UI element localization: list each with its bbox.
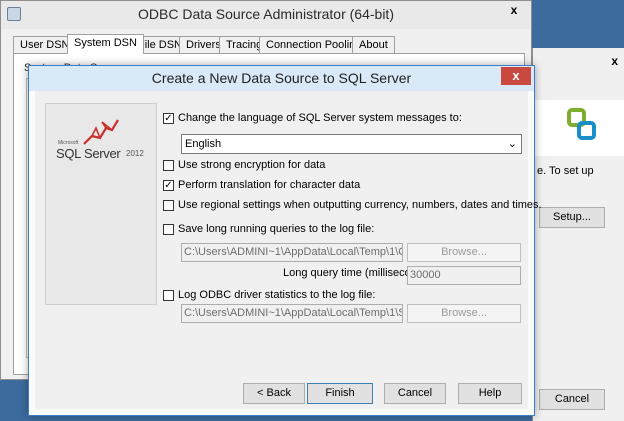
cancel-button[interactable]: Cancel [384,383,446,404]
linked-squares-icon [567,108,596,140]
language-select[interactable]: English ⌄ [181,134,522,154]
finish-button[interactable]: Finish [307,383,373,404]
driver-stats-label: Log ODBC driver statistics to the log fi… [178,289,376,301]
long-queries-browse-button[interactable]: Browse... [407,243,521,262]
background-dialog-banner [533,100,624,156]
translation-label: Perform translation for character data [178,179,361,191]
background-dialog-close-button[interactable]: x [611,54,618,68]
sql-server-bird-icon [83,119,119,145]
odbc-titlebar[interactable]: ODBC Data Source Administrator (64-bit) … [1,1,531,29]
chevron-down-icon: ⌄ [507,138,517,150]
help-button[interactable]: Help [458,383,522,404]
strong-encryption-label: Use strong encryption for data [178,159,326,171]
change-language-label: Change the language of SQL Server system… [178,112,462,124]
odbc-window-title: ODBC Data Source Administrator (64-bit) [138,6,394,22]
long-query-time-field[interactable]: 30000 [407,266,521,285]
background-dialog-description: e. To set up [537,165,594,177]
dialog-titlebar[interactable]: Create a New Data Source to SQL Server x [29,66,534,91]
background-cancel-button[interactable]: Cancel [539,389,605,410]
background-dialog: x e. To set up Setup... Cancel [532,48,624,421]
odbc-close-button[interactable]: x [501,1,527,19]
long-queries-path-field[interactable]: C:\Users\ADMINI~1\AppData\Local\Temp\1\Q… [181,243,403,262]
strong-encryption-checkbox[interactable] [163,160,174,171]
change-language-checkbox[interactable]: ✓ [163,113,174,124]
setup-button[interactable]: Setup... [539,207,605,228]
regional-settings-checkbox[interactable] [163,200,174,211]
sql-server-logo: Microsoft SQL Server 2012 [54,116,150,176]
regional-settings-label: Use regional settings when outputting cu… [178,199,542,211]
dialog-close-button[interactable]: x [501,67,531,85]
tab-system-dsn[interactable]: System DSN [67,34,144,54]
logo-product-text: SQL Server [56,146,121,161]
long-queries-checkbox[interactable] [163,224,174,235]
back-button[interactable]: < Back [243,383,305,404]
sql-server-logo-panel: Microsoft SQL Server 2012 [45,103,157,305]
translation-checkbox[interactable]: ✓ [163,180,174,191]
driver-stats-browse-button[interactable]: Browse... [407,304,521,323]
tab-about[interactable]: About [352,36,395,53]
language-select-value: English [185,138,222,150]
logo-version-text: 2012 [126,149,144,158]
driver-stats-path-field[interactable]: C:\Users\ADMINI~1\AppData\Local\Temp\1\S… [181,304,403,323]
dialog-body: Microsoft SQL Server 2012 ✓ Change the l… [35,91,542,409]
long-queries-label: Save long running queries to the log fil… [178,223,375,235]
create-data-source-dialog: Create a New Data Source to SQL Server x… [28,65,542,416]
dialog-title: Create a New Data Source to SQL Server [151,70,412,86]
driver-stats-checkbox[interactable] [163,290,174,301]
